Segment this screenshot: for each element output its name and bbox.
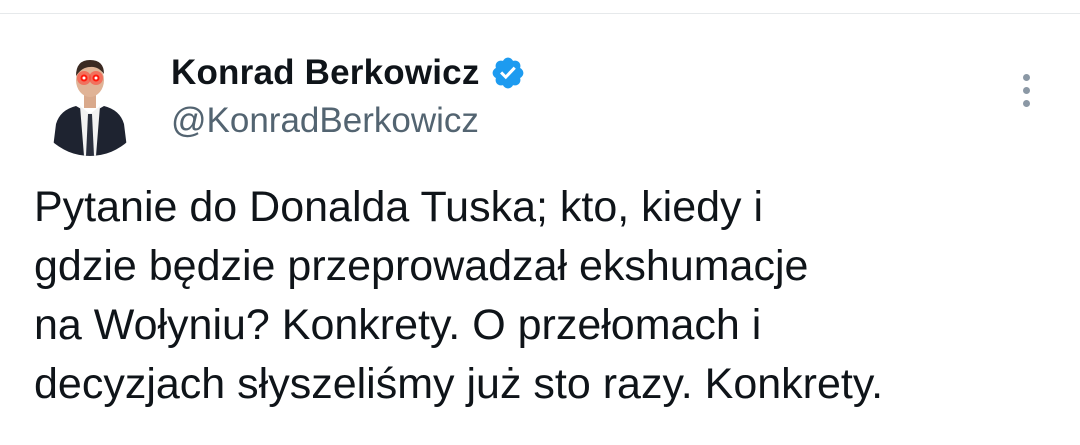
more-options-button[interactable] bbox=[1006, 68, 1046, 112]
tweet-text: Pytanie do Donalda Tuska; kto, kiedy i g… bbox=[34, 178, 1064, 414]
top-divider bbox=[0, 13, 1080, 14]
author-handle[interactable]: @KonradBerkowicz bbox=[171, 101, 479, 141]
author-row: Konrad Berkowicz bbox=[171, 52, 526, 94]
tweet-text-line: na Wołyniu? Konkrety. O przełomach i bbox=[34, 301, 762, 349]
avatar[interactable] bbox=[34, 44, 146, 156]
author-display-name[interactable]: Konrad Berkowicz bbox=[171, 53, 480, 93]
more-vertical-icon-dot bbox=[1022, 86, 1030, 94]
tweet-text-line: Pytanie do Donalda Tuska; kto, kiedy i bbox=[34, 183, 764, 231]
tweet-text-line: decyzjach słyszeliśmy już sto razy. Konk… bbox=[34, 360, 884, 408]
tweet-text-line: gdzie będzie przeprowadzał ekshumacje bbox=[34, 242, 809, 290]
more-vertical-icon bbox=[1022, 73, 1030, 81]
avatar-image bbox=[34, 44, 146, 156]
verified-badge-icon bbox=[490, 55, 526, 91]
more-vertical-icon-dot bbox=[1022, 99, 1030, 107]
